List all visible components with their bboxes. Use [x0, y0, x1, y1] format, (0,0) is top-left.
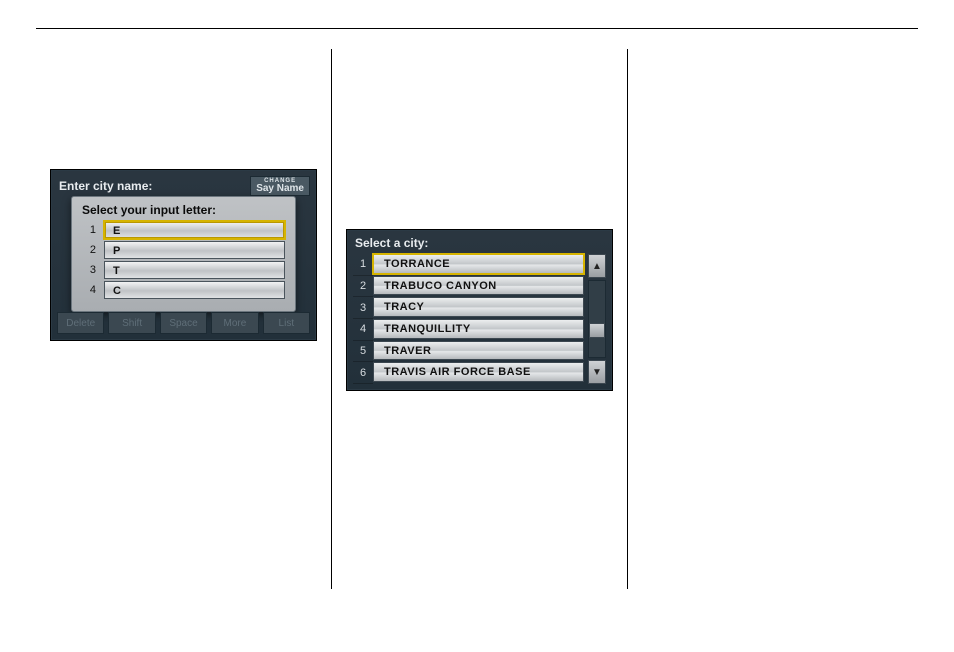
bottom-buttons: Delete Shift Space More List	[57, 312, 310, 334]
screenshot-enter-city: Enter city name: CHANGE Say Name Select …	[50, 169, 317, 341]
screen-title: Enter city name:	[59, 179, 152, 193]
scroll-up-icon[interactable]: ▲	[588, 254, 606, 278]
city-tracy[interactable]: TRACY	[373, 297, 584, 317]
option-number: 2	[82, 244, 96, 256]
delete-button[interactable]: Delete	[57, 312, 104, 334]
option-row: 3 T	[82, 261, 285, 279]
col-1: Enter city name: CHANGE Say Name Select …	[36, 49, 331, 589]
row-number: 1	[353, 254, 373, 276]
say-name-label: Say Name	[256, 184, 304, 194]
row-number: 2	[353, 276, 373, 298]
row-number: 3	[353, 297, 373, 319]
shift-button[interactable]: Shift	[108, 312, 155, 334]
option-c[interactable]: C	[104, 281, 285, 299]
row-number: 4	[353, 319, 373, 341]
option-e[interactable]: E	[104, 221, 285, 239]
scroll-down-icon[interactable]: ▼	[588, 360, 606, 384]
screen-header: Enter city name: CHANGE Say Name	[59, 176, 310, 196]
city-trabuco-canyon[interactable]: TRABUCO CANYON	[373, 276, 584, 296]
row-number: 6	[353, 362, 373, 384]
screen-title: Select a city:	[355, 236, 428, 250]
scroll-thumb[interactable]	[589, 323, 605, 339]
scroll-track[interactable]	[588, 280, 606, 358]
city-tranquillity[interactable]: TRANQUILLITY	[373, 319, 584, 339]
screenshot-select-city: Select a city: 1 2 3 4 5 6 TORRANCE TRAB…	[346, 229, 613, 391]
option-t[interactable]: T	[104, 261, 285, 279]
option-row: 4 C	[82, 281, 285, 299]
col-2: Select a city: 1 2 3 4 5 6 TORRANCE TRAB…	[332, 49, 627, 589]
option-row: 1 E	[82, 221, 285, 239]
option-number: 3	[82, 264, 96, 276]
page: Enter city name: CHANGE Say Name Select …	[0, 0, 954, 652]
space-button[interactable]: Space	[160, 312, 207, 334]
popup-title: Select your input letter:	[82, 203, 285, 217]
say-name-button[interactable]: CHANGE Say Name	[250, 176, 310, 196]
row-number: 5	[353, 341, 373, 363]
city-travis-afb[interactable]: TRAVIS AIR FORCE BASE	[373, 362, 584, 382]
city-torrance[interactable]: TORRANCE	[373, 254, 584, 274]
rule	[36, 28, 918, 29]
list-button[interactable]: List	[263, 312, 310, 334]
option-p[interactable]: P	[104, 241, 285, 259]
option-number: 4	[82, 284, 96, 296]
option-row: 2 P	[82, 241, 285, 259]
row-numbers: 1 2 3 4 5 6	[353, 254, 373, 384]
city-list: 1 2 3 4 5 6 TORRANCE TRABUCO CANYON TRAC…	[353, 254, 584, 384]
city-traver[interactable]: TRAVER	[373, 341, 584, 361]
input-letter-popup: Select your input letter: 1 E 2 P 3 T 4	[71, 196, 296, 312]
scrollbar: ▲ ▼	[588, 254, 606, 384]
columns: Enter city name: CHANGE Say Name Select …	[36, 49, 918, 589]
col-3	[628, 49, 918, 589]
more-button[interactable]: More	[211, 312, 258, 334]
city-rows: TORRANCE TRABUCO CANYON TRACY TRANQUILLI…	[373, 254, 584, 384]
option-number: 1	[82, 224, 96, 236]
